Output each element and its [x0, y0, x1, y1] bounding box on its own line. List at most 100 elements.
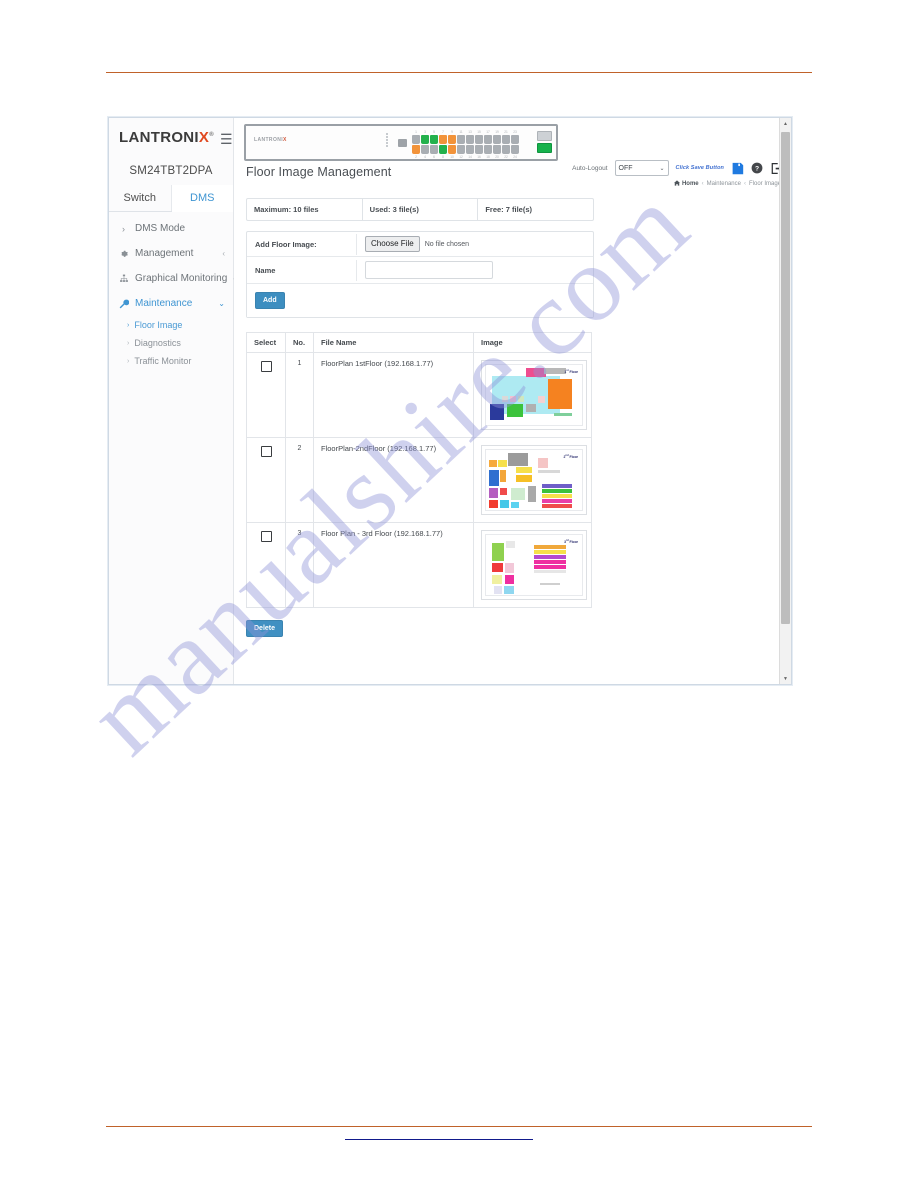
switch-port-10[interactable]: [448, 145, 456, 154]
thumb-tag-suffix: Floor: [568, 455, 578, 460]
add-button[interactable]: Add: [255, 292, 285, 309]
sidebar-item-maintenance[interactable]: Maintenance ⌄: [109, 291, 233, 316]
switch-port-22[interactable]: [502, 145, 510, 154]
switch-port-6[interactable]: [430, 145, 438, 154]
switch-port-2[interactable]: [412, 145, 420, 154]
port-number-label: 10: [450, 155, 454, 159]
auto-logout-label: Auto-Logout: [572, 164, 608, 172]
switch-port-19[interactable]: [493, 135, 501, 144]
switch-port-23[interactable]: [511, 135, 519, 144]
logo-accent: X: [198, 128, 210, 146]
port-number-label: 7: [442, 130, 444, 134]
quota-bar: Maximum: 10 files Used: 3 file(s) Free: …: [246, 198, 594, 221]
port-number-label: 1: [415, 130, 417, 134]
switch-port-18[interactable]: [484, 145, 492, 154]
tab-dms[interactable]: DMS: [171, 185, 233, 212]
switch-port-8[interactable]: [439, 145, 447, 154]
floor-plan-thumbnail-1[interactable]: 1st Floor: [481, 360, 587, 430]
switch-port-11[interactable]: [457, 135, 465, 144]
port-number-label: 14: [468, 155, 472, 159]
switch-port-20[interactable]: [493, 145, 501, 154]
port-number-label: 21: [504, 130, 508, 134]
switch-port-14[interactable]: [466, 145, 474, 154]
row-no: 3: [285, 522, 314, 608]
floppy-save-icon[interactable]: [731, 162, 744, 175]
table-row: 1 FloorPlan 1stFloor (192.168.1.77) 1st …: [246, 352, 592, 438]
quota-used: Used: 3 file(s): [363, 199, 479, 220]
vertical-scrollbar[interactable]: ▲ ▼: [779, 118, 791, 684]
port-number-label: 4: [424, 155, 426, 159]
footer-link-underline[interactable]: [345, 1139, 533, 1140]
sidebar-item-label: Maintenance: [135, 298, 193, 309]
port-number-label: 2: [415, 155, 417, 159]
switch-port-16[interactable]: [475, 145, 483, 154]
switch-port-24[interactable]: [511, 145, 519, 154]
switch-port-17[interactable]: [484, 135, 492, 144]
thumbnail-floor-tag: 2nd Floor: [564, 454, 578, 459]
breadcrumb-separator: ‹: [743, 181, 746, 187]
question-circle-icon[interactable]: ?: [751, 162, 763, 174]
sidebar-item-graphical-monitoring[interactable]: Graphical Monitoring ‹: [109, 266, 236, 291]
delete-button[interactable]: Delete: [246, 620, 284, 637]
sidebar-item-floor-image[interactable]: › Floor Image: [109, 316, 233, 334]
main-area: ☰ LANTRONIX 1 2 3 4 5 6 7 8 9 10 11 12 13 14 15 16 17 18 1…: [220, 118, 791, 684]
switch-port-13[interactable]: [466, 135, 474, 144]
auto-logout-select[interactable]: OFF ⌄: [614, 160, 669, 176]
switch-port-1[interactable]: [412, 135, 420, 144]
port-number-label: 3: [424, 130, 426, 134]
sitemap-icon: [118, 274, 129, 283]
row-checkbox[interactable]: [260, 446, 272, 457]
device-logo: LANTRONIX: [254, 137, 287, 143]
name-label: Name: [247, 259, 357, 281]
auto-logout-value: OFF: [618, 164, 633, 172]
scrollbar-thumb[interactable]: [781, 132, 790, 624]
gear-icon: [118, 249, 129, 258]
column-header-image: Image: [473, 332, 592, 353]
scroll-down-arrow[interactable]: ▼: [780, 673, 791, 684]
row-checkbox[interactable]: [260, 361, 272, 372]
table-row: 2 FloorPlan-2ndFloor (192.168.1.77) 2nd …: [246, 437, 592, 523]
sfp-port-25: [537, 131, 552, 141]
content-area: Maximum: 10 files Used: 3 file(s) Free: …: [234, 190, 791, 684]
device-leds: [386, 133, 388, 147]
switch-port-4[interactable]: [421, 145, 429, 154]
sidebar-item-diagnostics[interactable]: › Diagnostics: [109, 334, 233, 352]
page-bottom-rule: [106, 1126, 812, 1127]
floor-plan-thumbnail-3[interactable]: 3rd Floor: [481, 530, 587, 600]
sidebar-nav: › DMS Mode Management ‹ Graphical Monito…: [109, 212, 236, 370]
sidebar-item-traffic-monitor[interactable]: › Traffic Monitor: [109, 352, 233, 370]
sfp-port-26: [537, 143, 552, 153]
row-checkbox[interactable]: [260, 531, 272, 542]
row-image-cell: 2nd Floor: [473, 437, 592, 523]
scroll-up-arrow[interactable]: ▲: [780, 118, 791, 129]
sidebar-item-management[interactable]: Management ‹: [109, 241, 233, 266]
breadcrumb-floor-image[interactable]: Floor Image: [749, 181, 781, 187]
table-header-row: Select No. File Name Image: [246, 332, 592, 353]
choose-file-button[interactable]: Choose File: [365, 236, 420, 252]
switch-port-3[interactable]: [421, 135, 429, 144]
switch-port-7[interactable]: [439, 135, 447, 144]
switch-port-5[interactable]: [430, 135, 438, 144]
chevron-right-icon: ›: [127, 321, 130, 329]
row-select-cell: [246, 437, 286, 523]
port-pair-15: 15 16: [475, 130, 483, 159]
page-top-rule: [106, 72, 812, 73]
row-image-cell: 1st Floor: [473, 352, 592, 438]
breadcrumb-home[interactable]: Home: [673, 180, 699, 188]
port-pair-13: 13 14: [466, 130, 474, 159]
port-number-label: 23: [513, 130, 517, 134]
breadcrumb-maintenance[interactable]: Maintenance: [707, 181, 741, 187]
sidebar-item-dms-mode[interactable]: › DMS Mode: [109, 216, 233, 241]
hamburger-icon[interactable]: ☰: [220, 131, 233, 148]
tab-switch[interactable]: Switch: [109, 185, 172, 211]
switch-port-21[interactable]: [502, 135, 510, 144]
name-input[interactable]: [365, 261, 493, 279]
port-number-label: 24: [513, 155, 517, 159]
port-pair-17: 17 18: [484, 130, 492, 159]
floor-plan-thumbnail-2[interactable]: 2nd Floor: [481, 445, 587, 515]
switch-port-15[interactable]: [475, 135, 483, 144]
sidebar-tabs: Switch DMS: [109, 185, 233, 212]
switch-port-12[interactable]: [457, 145, 465, 154]
switch-port-9[interactable]: [448, 135, 456, 144]
logo-registered: ®: [209, 131, 214, 138]
